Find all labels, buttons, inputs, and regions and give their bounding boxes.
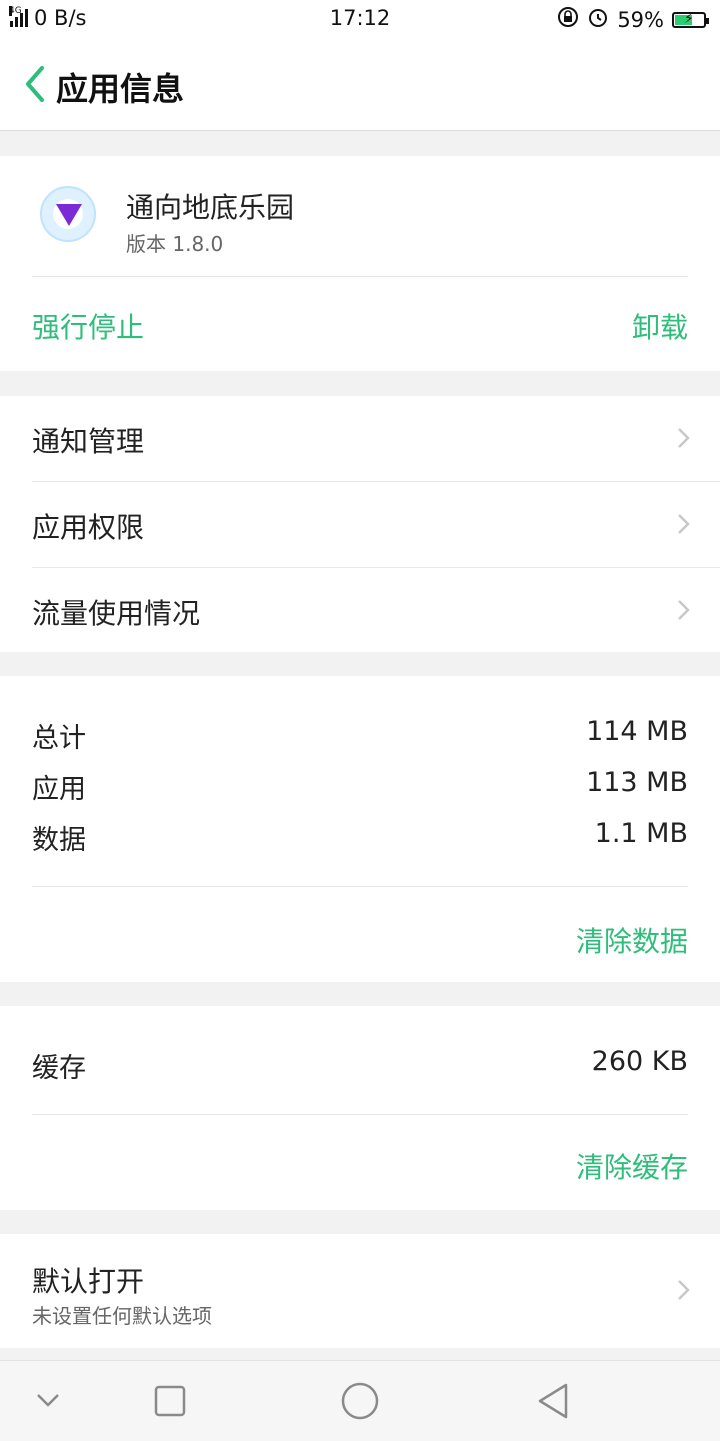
app-icon <box>40 186 96 242</box>
storage-value: 1.1 MB <box>594 818 688 849</box>
app-info-card: 通向地底乐园 版本 1.8.0 强行停止 卸载 <box>0 156 720 371</box>
triangle-back-icon <box>538 1383 568 1419</box>
list-item-notification-management[interactable]: 通知管理 <box>0 396 720 482</box>
chevron-down-icon[interactable] <box>26 1379 70 1423</box>
home-button[interactable] <box>338 1379 382 1423</box>
chevron-right-icon <box>676 512 692 536</box>
app-version: 版本 1.8.0 <box>126 232 224 256</box>
list-item-label: 应用权限 <box>32 511 145 544</box>
card-divider <box>32 1114 688 1115</box>
storage-value: 114 MB <box>586 716 688 747</box>
chevron-right-icon <box>676 598 692 622</box>
list-item-label: 流量使用情况 <box>32 597 201 630</box>
card-divider <box>32 886 688 887</box>
charging-bolt-icon: ⚡ <box>684 10 694 27</box>
settings-list: 通知管理 应用权限 流量使用情况 <box>0 396 720 652</box>
chevron-right-icon <box>676 426 692 450</box>
circle-icon <box>341 1382 379 1420</box>
storage-card: 总计 114 MB 应用 113 MB 数据 1.1 MB 清除数据 <box>0 676 720 982</box>
square-icon <box>154 1385 186 1417</box>
battery-percent: 59% <box>617 7 664 32</box>
back-button[interactable] <box>18 62 58 106</box>
cache-key: 缓存 <box>32 1053 86 1084</box>
storage-value: 113 MB <box>586 767 688 798</box>
storage-key: 应用 <box>32 774 86 805</box>
chevron-right-icon <box>676 1278 692 1302</box>
app-name: 通向地底乐园 <box>126 191 295 224</box>
alarm-icon <box>587 6 609 33</box>
navigation-bar <box>0 1360 720 1441</box>
recent-apps-button[interactable] <box>148 1379 192 1423</box>
orientation-lock-icon <box>557 6 579 33</box>
battery-cap <box>706 17 709 24</box>
back-nav-button[interactable] <box>530 1379 574 1423</box>
cache-value: 260 KB <box>591 1046 688 1077</box>
app-header: 应用信息 <box>0 38 720 131</box>
storage-key: 总计 <box>32 723 86 754</box>
chevron-left-icon <box>26 66 44 102</box>
storage-app-row: 应用 113 MB <box>32 767 688 807</box>
uninstall-button[interactable]: 卸载 <box>632 306 688 346</box>
default-open-subtitle: 未设置任何默认选项 <box>32 1304 212 1328</box>
storage-key: 数据 <box>32 825 86 856</box>
list-item-data-usage[interactable]: 流量使用情况 <box>0 568 720 654</box>
clear-cache-button[interactable]: 清除缓存 <box>576 1146 688 1186</box>
battery-charging-icon: ⚡ <box>672 10 709 28</box>
status-bar: 4G 0 B/s 17:12 59% ⚡ <box>0 0 720 38</box>
card-divider <box>32 276 688 277</box>
force-stop-button[interactable]: 强行停止 <box>32 306 144 346</box>
storage-data-row: 数据 1.1 MB <box>32 818 688 858</box>
list-item-label: 通知管理 <box>32 425 145 458</box>
default-open-item[interactable]: 默认打开 未设置任何默认选项 <box>0 1234 720 1348</box>
clear-data-button[interactable]: 清除数据 <box>576 920 688 960</box>
cache-card: 缓存 260 KB 清除缓存 <box>0 1006 720 1210</box>
default-open-title: 默认打开 <box>32 1265 145 1298</box>
cache-row: 缓存 260 KB <box>32 1046 688 1086</box>
storage-total-row: 总计 114 MB <box>32 716 688 756</box>
page-title: 应用信息 <box>56 70 185 108</box>
list-item-app-permissions[interactable]: 应用权限 <box>0 482 720 568</box>
app-icon-symbol <box>56 204 82 226</box>
status-right: 59% ⚡ <box>557 6 709 33</box>
